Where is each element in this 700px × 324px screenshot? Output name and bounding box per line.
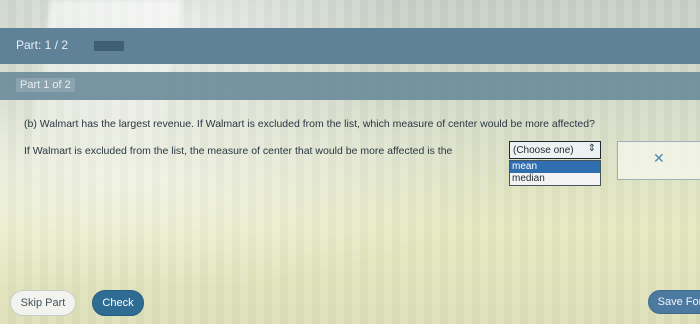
option-mean[interactable]: mean: [510, 161, 600, 173]
clear-answer-button[interactable]: ✕: [617, 141, 700, 180]
subheader-bar: [0, 72, 700, 100]
part-of-badge: Part 1 of 2: [16, 78, 75, 92]
measure-select-box[interactable]: (Choose one) ⇕: [509, 141, 601, 159]
measure-options-list: mean median: [509, 160, 601, 186]
check-button[interactable]: Check: [92, 290, 144, 316]
save-for-later-button[interactable]: Save For: [648, 290, 700, 314]
close-icon: ✕: [653, 150, 665, 166]
part-indicator: Part: 1 / 2: [16, 38, 69, 52]
option-median[interactable]: median: [510, 173, 600, 185]
updown-icon: ⇕: [587, 143, 596, 154]
question-text: (b) Walmart has the largest revenue. If …: [24, 118, 595, 130]
measure-select[interactable]: (Choose one) ⇕ mean median: [509, 141, 601, 186]
answer-prompt: If Walmart is excluded from the list, th…: [24, 145, 453, 157]
skip-part-button[interactable]: Skip Part: [10, 290, 76, 316]
part-progress-indicator: [94, 41, 124, 51]
measure-select-value: (Choose one): [513, 144, 574, 156]
